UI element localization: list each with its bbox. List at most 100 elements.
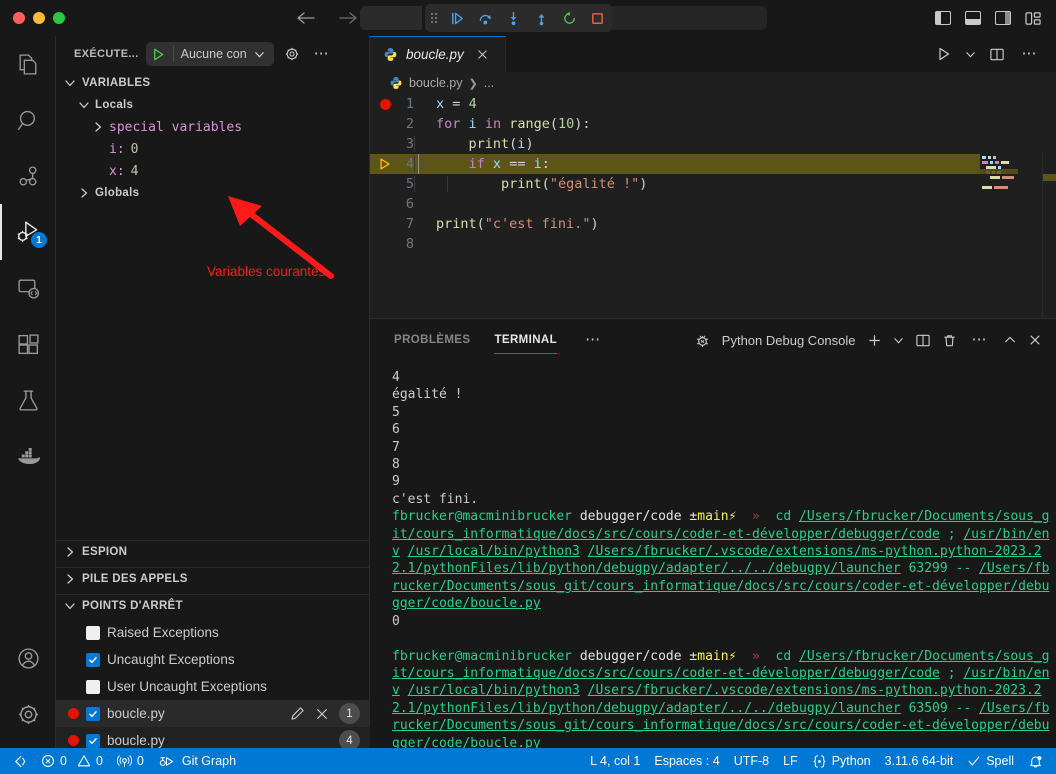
status-cursor-position[interactable]: L 4, col 1 bbox=[583, 748, 647, 774]
chevron-down-icon[interactable] bbox=[965, 49, 976, 60]
sidebar-more-actions-icon[interactable]: ⋯ bbox=[310, 51, 335, 57]
restart-icon[interactable] bbox=[561, 10, 578, 27]
new-terminal-icon[interactable] bbox=[867, 333, 882, 348]
breadcrumb-file[interactable]: boucle.py bbox=[409, 76, 463, 90]
breadcrumb-symbol[interactable]: ... bbox=[484, 76, 494, 90]
code-line[interactable]: 2 for i in range(10): bbox=[370, 114, 1056, 134]
variable-row-i[interactable]: i: 0 bbox=[56, 138, 369, 160]
activity-item-explorer[interactable] bbox=[0, 36, 56, 92]
breakpoint-file-row[interactable]: boucle.py 1 bbox=[56, 700, 370, 727]
chevron-down-icon[interactable] bbox=[893, 335, 904, 346]
step-over-icon[interactable] bbox=[477, 10, 494, 27]
terminal-more-actions-icon[interactable]: ⋯ bbox=[968, 337, 993, 343]
variable-row-x[interactable]: x: 4 bbox=[56, 160, 369, 182]
code-line[interactable]: 6 bbox=[370, 194, 1056, 214]
section-header-callstack[interactable]: PILE DES APPELS bbox=[56, 567, 370, 589]
checkbox-checked-icon[interactable] bbox=[86, 653, 100, 667]
code-line[interactable]: 5 print("égalité !") bbox=[370, 174, 1056, 194]
split-editor-icon[interactable] bbox=[989, 47, 1005, 62]
variables-scope-globals[interactable]: Globals bbox=[56, 182, 369, 204]
status-eol[interactable]: LF bbox=[776, 748, 805, 774]
code-line[interactable]: 3 print(i) bbox=[370, 134, 1056, 154]
step-out-icon[interactable] bbox=[533, 10, 550, 27]
code-text: for i in range(10): bbox=[414, 116, 591, 132]
breakpoint-exception-raised[interactable]: Raised Exceptions bbox=[56, 619, 370, 646]
code-line-current[interactable]: 4 if x == i: bbox=[370, 154, 1056, 174]
breakpoint-glyph-icon[interactable] bbox=[376, 94, 394, 114]
editor-tab-boucle-py[interactable]: boucle.py bbox=[370, 36, 506, 72]
activity-item-testing[interactable] bbox=[0, 372, 56, 428]
run-python-file-icon[interactable] bbox=[936, 46, 952, 62]
variable-special-variables[interactable]: special variables bbox=[56, 116, 369, 138]
activity-item-remote-explorer[interactable] bbox=[0, 260, 56, 316]
status-spell-checker[interactable]: Spell bbox=[960, 748, 1021, 774]
debug-settings-gear-icon[interactable] bbox=[281, 43, 303, 65]
split-terminal-icon[interactable] bbox=[915, 333, 931, 348]
activity-item-run-debug[interactable]: 1 bbox=[0, 204, 56, 260]
checkbox-checked-icon[interactable] bbox=[86, 734, 100, 748]
status-language-mode[interactable]: Python bbox=[805, 748, 878, 774]
activity-item-settings[interactable] bbox=[0, 686, 56, 742]
panel-tabs-more-icon[interactable]: ⋯ bbox=[581, 337, 606, 343]
section-header-variables[interactable]: VARIABLES bbox=[56, 72, 369, 94]
editor-more-actions-icon[interactable]: ⋯ bbox=[1018, 51, 1043, 57]
drag-handle-icon[interactable] bbox=[431, 13, 437, 23]
activity-item-source-control[interactable] bbox=[0, 148, 56, 204]
activity-item-extensions[interactable] bbox=[0, 316, 56, 372]
toggle-panel-icon[interactable] bbox=[965, 11, 981, 25]
minimap[interactable] bbox=[980, 152, 1042, 318]
checkbox-unchecked-icon[interactable] bbox=[86, 626, 100, 640]
edit-breakpoint-icon[interactable] bbox=[290, 706, 305, 721]
maximize-window-button[interactable] bbox=[53, 12, 65, 24]
command-python: /usr/local/bin/python3 bbox=[408, 544, 580, 559]
remove-breakpoint-icon[interactable] bbox=[315, 707, 329, 721]
overview-ruler[interactable] bbox=[1042, 152, 1056, 318]
status-problems[interactable]: 0 0 bbox=[34, 748, 110, 774]
breakpoint-exception-uncaught[interactable]: Uncaught Exceptions bbox=[56, 646, 370, 673]
checkbox-checked-icon[interactable] bbox=[86, 707, 100, 721]
chevron-down-icon[interactable] bbox=[254, 49, 265, 60]
code-editor[interactable]: 1 x = 4 2 for i in range(10): 3 print(i)… bbox=[370, 94, 1056, 318]
stop-icon[interactable] bbox=[589, 10, 606, 27]
close-window-button[interactable] bbox=[13, 12, 25, 24]
close-icon[interactable] bbox=[476, 48, 489, 61]
activity-item-account[interactable] bbox=[0, 630, 56, 686]
kill-terminal-icon[interactable] bbox=[942, 333, 957, 348]
close-panel-icon[interactable] bbox=[1028, 333, 1042, 347]
status-ports[interactable]: 0 bbox=[110, 748, 151, 774]
activity-item-docker[interactable] bbox=[0, 428, 56, 484]
start-debug-icon[interactable] bbox=[151, 47, 166, 62]
customize-layout-icon[interactable] bbox=[1025, 11, 1042, 26]
continue-icon[interactable] bbox=[449, 10, 466, 27]
minimize-window-button[interactable] bbox=[33, 12, 45, 24]
breakpoint-exception-user-uncaught[interactable]: User Uncaught Exceptions bbox=[56, 673, 370, 700]
code-line[interactable]: 1 x = 4 bbox=[370, 94, 1056, 114]
go-back-icon[interactable] bbox=[296, 11, 316, 25]
toggle-secondary-sidebar-icon[interactable] bbox=[995, 11, 1011, 25]
tab-problems[interactable]: PROBLÈMES bbox=[394, 319, 470, 361]
tab-terminal[interactable]: TERMINAL bbox=[494, 319, 557, 361]
status-encoding[interactable]: UTF-8 bbox=[727, 748, 776, 774]
terminal-output[interactable]: 4 égalité ! 5 6 7 8 9 c'est fini. fbruck… bbox=[370, 361, 1056, 748]
status-indentation[interactable]: Espaces : 4 bbox=[647, 748, 726, 774]
status-remote-indicator[interactable] bbox=[0, 748, 34, 774]
command-center-left[interactable] bbox=[360, 6, 422, 30]
code-line[interactable]: 8 bbox=[370, 234, 1056, 254]
window-controls[interactable] bbox=[0, 12, 65, 24]
status-python-interpreter[interactable]: 3.11.6 64-bit bbox=[878, 748, 961, 774]
debug-configuration-select[interactable]: Aucune con bbox=[146, 42, 274, 66]
go-forward-icon[interactable] bbox=[338, 11, 358, 25]
status-git-graph[interactable]: Git Graph bbox=[151, 748, 243, 774]
variables-scope-locals[interactable]: Locals bbox=[56, 94, 369, 116]
step-into-icon[interactable] bbox=[505, 10, 522, 27]
section-header-breakpoints[interactable]: POINTS D'ARRÊT bbox=[56, 594, 370, 616]
maximize-panel-icon[interactable] bbox=[1003, 333, 1017, 347]
activity-item-search[interactable] bbox=[0, 92, 56, 148]
line-number: 8 bbox=[370, 236, 414, 252]
status-notifications[interactable] bbox=[1021, 748, 1050, 774]
breakpoint-file-label: boucle.py bbox=[107, 733, 165, 748]
code-line[interactable]: 7 print("c'est fini.") bbox=[370, 214, 1056, 234]
section-header-watch[interactable]: ESPION bbox=[56, 540, 370, 562]
toggle-primary-sidebar-icon[interactable] bbox=[935, 11, 951, 25]
checkbox-unchecked-icon[interactable] bbox=[86, 680, 100, 694]
